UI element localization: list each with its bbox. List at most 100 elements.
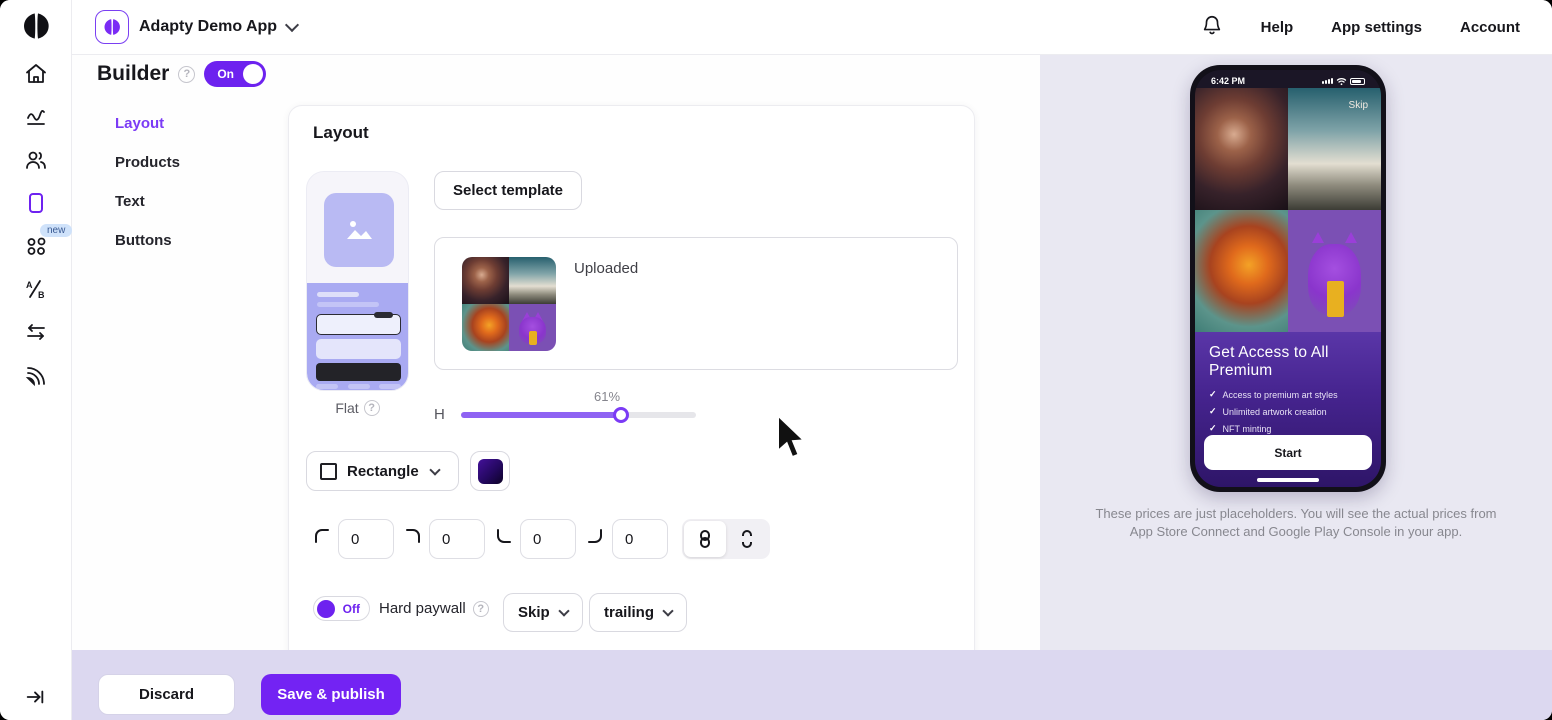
app-settings-link[interactable]: App settings [1331,19,1422,36]
builder-help-icon[interactable]: ? [178,66,195,83]
preview-image-grid [1195,88,1381,332]
transactions-icon[interactable] [16,320,56,344]
notifications-bell-icon[interactable] [1201,14,1223,41]
template-lower-block [307,283,409,391]
chevron-down-icon [285,18,299,32]
adapty-logo-icon[interactable] [20,10,52,42]
toggle-off-label: Off [343,602,360,616]
preview-skip-link[interactable]: Skip [1349,100,1368,111]
collapse-sidebar-icon[interactable] [24,686,46,713]
account-link[interactable]: Account [1460,19,1520,36]
corner-top-right-icon [404,527,422,545]
hard-paywall-help-icon[interactable]: ? [473,601,489,617]
preview-panel: 6:42 PM Skip Get Access to All Premium [1040,55,1552,650]
wifi-icon [1336,77,1347,86]
placements-icon[interactable]: new [16,234,56,258]
toggle-knob [317,600,335,618]
shape-selected: Rectangle [347,463,419,480]
check-icon: ✓ [1209,423,1217,434]
template-preview-thumbnail[interactable] [306,171,409,391]
svg-text:A: A [26,280,33,290]
feature-item: Unlimited artwork creation [1223,407,1327,417]
left-rail: new AB [0,0,72,720]
phone-screen: 6:42 PM Skip Get Access to All Premium [1195,70,1381,487]
height-slider-value: 61% [594,389,620,404]
app-window: new AB Adapty Demo App [0,0,1552,720]
preview-art-woman [1195,88,1288,210]
new-badge: new [40,224,72,237]
svg-text:B: B [38,290,45,300]
home-indicator [1257,478,1319,482]
corner-link-toggle-group [682,519,770,559]
top-bar: Adapty Demo App Help App settings Accoun… [72,0,1552,55]
app-name: Adapty Demo App [139,18,277,36]
metrics-icon[interactable] [16,105,56,129]
layout-card-title: Layout [313,123,369,143]
hard-paywall-label: Hard paywall [379,600,466,617]
template-image-placeholder-icon [324,193,394,267]
toggle-on-label: On [217,67,234,81]
rectangle-shape-icon [320,463,337,480]
color-swatch [478,459,503,484]
skip-dropdown-value: Skip [518,604,550,621]
corner-bottom-left-input[interactable] [520,519,576,559]
nav-item-text[interactable]: Text [115,193,180,210]
ab-tests-icon[interactable]: AB [16,277,56,301]
status-bar: 6:42 PM [1195,70,1381,92]
uploaded-image-box: Uploaded [434,237,958,370]
discard-button[interactable]: Discard [98,674,235,715]
position-dropdown[interactable]: trailing [589,593,687,632]
color-picker-button[interactable] [470,451,510,491]
corner-top-left-input[interactable] [338,519,394,559]
hard-paywall-toggle[interactable]: Off [313,596,370,621]
unlink-corners-icon[interactable] [726,521,768,557]
check-icon: ✓ [1209,389,1217,400]
chevron-down-icon [558,605,569,616]
preview-art-cat [1288,210,1381,332]
status-time: 6:42 PM [1211,76,1245,86]
help-link[interactable]: Help [1261,19,1294,36]
height-slider[interactable] [461,412,696,418]
shape-dropdown[interactable]: Rectangle [306,451,459,491]
feature-item: NFT minting [1223,424,1272,434]
placeholder-prices-caption: These prices are just placeholders. You … [1086,505,1506,540]
template-help-icon[interactable]: ? [364,400,380,416]
phone-preview: 6:42 PM Skip Get Access to All Premium [1190,65,1386,492]
events-icon[interactable] [16,363,56,387]
start-button[interactable]: Start [1204,435,1372,470]
builder-on-toggle[interactable]: On [204,61,266,87]
layout-card: Layout Flat ? Select template [288,105,975,665]
uploaded-art-tree [509,257,556,304]
chevron-down-icon [429,464,440,475]
nav-item-buttons[interactable]: Buttons [115,232,180,249]
uploaded-image-thumbnail[interactable] [462,257,556,351]
toggle-knob [243,64,263,84]
app-selector[interactable]: Adapty Demo App [95,10,297,44]
preview-art-dragon [1195,210,1288,332]
nav-item-layout[interactable]: Layout [115,115,180,132]
uploaded-art-woman [462,257,509,304]
preview-paywall: Get Access to All Premium ✓ Access to pre… [1195,332,1381,487]
users-icon[interactable] [16,148,56,172]
height-slider-label: H [434,406,445,423]
corner-bottom-right-icon [586,527,604,545]
corner-bottom-right-input[interactable] [612,519,668,559]
uploaded-art-cat [509,304,556,351]
uploaded-label: Uploaded [574,260,638,277]
select-template-button[interactable]: Select template [434,171,582,210]
link-corners-icon[interactable] [684,521,726,557]
paywalls-icon[interactable] [16,191,56,215]
feature-item: Access to premium art styles [1223,390,1338,400]
builder-title: Builder [97,62,169,86]
nav-item-products[interactable]: Products [115,154,180,171]
corner-bottom-left-icon [495,527,513,545]
chevron-down-icon [662,605,673,616]
corner-top-right-input[interactable] [429,519,485,559]
slider-handle[interactable] [613,407,629,423]
skip-behavior-dropdown[interactable]: Skip [503,593,583,632]
paywall-heading: Get Access to All Premium [1209,344,1367,380]
slider-fill [461,412,621,418]
save-publish-button[interactable]: Save & publish [261,674,401,715]
signal-icon [1322,78,1333,84]
home-icon[interactable] [16,62,56,86]
